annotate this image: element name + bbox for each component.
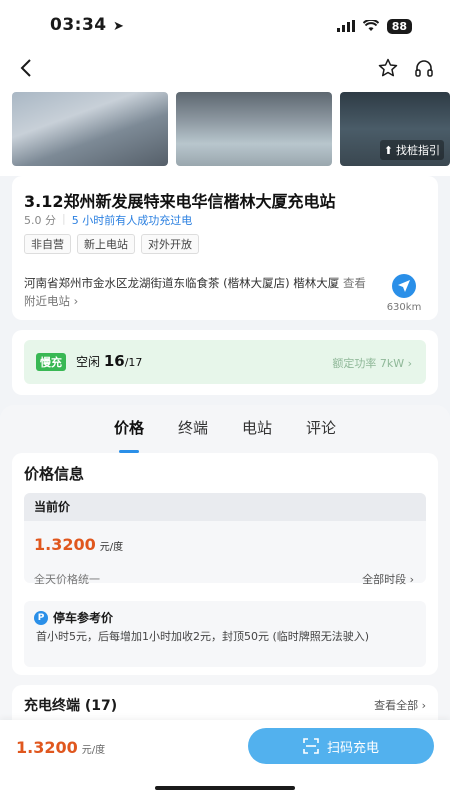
rated-power: 额定功率 7kW ›	[332, 357, 412, 370]
back-button[interactable]	[12, 54, 40, 82]
recent-charge-note: 5 小时前有人成功充过电	[71, 214, 193, 227]
station-photo-building[interactable]	[12, 92, 168, 166]
favorite-button[interactable]	[374, 54, 402, 82]
current-price-label: 当前价	[24, 493, 426, 521]
star-icon	[378, 58, 398, 77]
tab-terminals[interactable]: 终端	[178, 417, 208, 447]
scan-to-charge-button[interactable]: 扫码充电	[248, 728, 434, 764]
detail-tabs: 价格 终端 电站 评论	[0, 417, 450, 447]
wifi-icon	[362, 17, 379, 36]
guide-label: ⬆ 找桩指引	[379, 140, 444, 160]
charger-availability-card: 慢充 空闲 16/17 额定功率 7kW ›	[12, 330, 438, 395]
station-photo-guide[interactable]: ⬆ 找桩指引	[340, 92, 450, 166]
arrow-up-icon: ⬆	[383, 143, 393, 157]
station-tags: 非自营 新上电站 对外开放	[24, 234, 199, 254]
station-info-card: 3.12郑州新发展特来电华信楷林大厦充电站 5.0 分 | 5 小时前有人成功充…	[12, 176, 438, 320]
status-icons: 88	[336, 17, 412, 36]
slow-charge-row[interactable]: 慢充 空闲 16/17 额定功率 7kW ›	[24, 340, 426, 384]
price-info-card: 价格信息 当前价 1.3200 元/度 全天价格统一 全部时段 › P 停车参考价…	[12, 453, 438, 675]
current-price-box: 当前价 1.3200 元/度 全天价格统一 全部时段 ›	[24, 493, 426, 586]
location-arrow-icon: ➤	[113, 19, 125, 34]
view-all-terminals-link[interactable]: 查看全部 ›	[374, 697, 426, 713]
bottom-action-bar: 1.3200 元/度 扫码充电	[0, 720, 450, 800]
nav-bar	[0, 50, 450, 86]
photo-gallery: ⬆ 找桩指引	[0, 86, 450, 176]
status-bar: 03:34 ➤ 88	[0, 0, 450, 50]
parking-price-box: P 停车参考价 首小时5元，后每增加1小时加收2元，封顶50元 (临时牌照无法驶…	[24, 601, 426, 667]
station-address: 河南省郑州市金水区龙湖街道东临食茶 (楷林大厦店) 楷林大厦 查看附近电站 ›	[24, 276, 366, 308]
current-price: 1.3200 元/度	[34, 535, 124, 554]
parking-title: P 停车参考价	[34, 609, 113, 626]
tab-price[interactable]: 价格	[114, 417, 144, 447]
home-indicator	[155, 786, 295, 790]
distance: 630km	[386, 302, 422, 313]
tag-item: 非自营	[24, 234, 71, 254]
station-title: 3.12郑州新发展特来电华信楷林大厦充电站	[24, 192, 336, 211]
all-periods-link[interactable]: 全部时段 ›	[362, 571, 414, 587]
rating-line: 5.0 分 | 5 小时前有人成功充过电	[24, 212, 193, 227]
slow-charge-badge: 慢充	[36, 353, 66, 371]
uniform-price-note: 全天价格统一	[34, 573, 100, 586]
tag-item: 对外开放	[141, 234, 199, 254]
battery-icon: 88	[386, 19, 412, 34]
idle-count: 空闲 16/17	[76, 352, 143, 370]
tab-reviews[interactable]: 评论	[306, 417, 336, 447]
navigate-button[interactable]: 630km	[380, 274, 428, 313]
price-section-title: 价格信息	[24, 465, 85, 483]
customer-service-button[interactable]	[410, 54, 438, 82]
parking-icon: P	[34, 610, 48, 625]
headset-icon	[415, 60, 433, 77]
terminals-title: 充电终端 (17)	[24, 698, 118, 714]
tab-station[interactable]: 电站	[242, 417, 272, 447]
navigation-icon	[392, 274, 416, 298]
tag-item: 新上电站	[77, 234, 135, 254]
signal-icon	[336, 17, 355, 36]
scan-icon	[303, 738, 319, 754]
nav-actions	[374, 54, 438, 82]
status-time: 03:34 ➤	[50, 15, 125, 35]
chevron-left-icon	[20, 59, 31, 77]
station-photo-parking[interactable]	[176, 92, 332, 166]
rating-score: 5.0 分	[24, 214, 56, 227]
parking-text: 首小时5元，后每增加1小时加收2元，封顶50元 (临时牌照无法驶入)	[36, 630, 370, 643]
bottom-price: 1.3200 元/度	[16, 738, 106, 757]
